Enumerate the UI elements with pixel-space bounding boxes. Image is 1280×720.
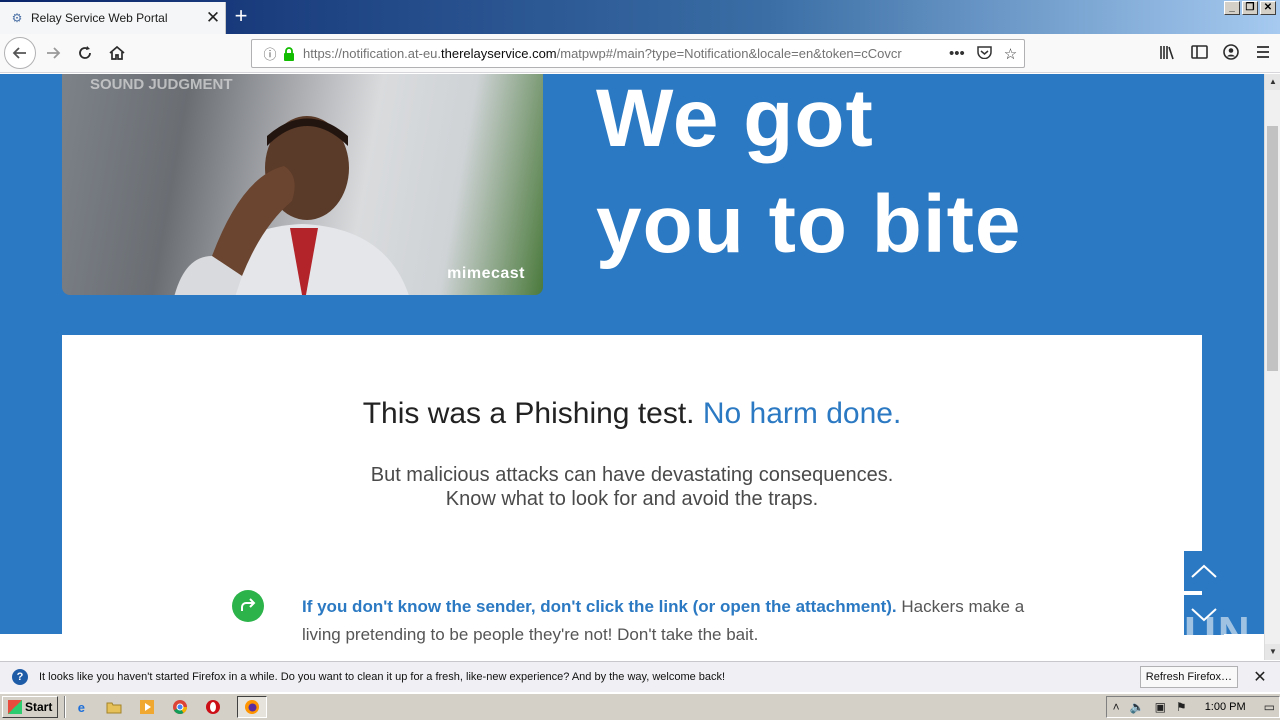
content-card: This was a Phishing test. No harm done. … [62,335,1202,660]
tip-paragraph: If you don't know the sender, don't clic… [302,593,1032,649]
refresh-notification-bar: ? It looks like you haven't started Fire… [0,661,1280,692]
address-bar[interactable]: ⓘ https://notification.at-eu.therelayser… [251,39,1025,68]
chevron-up-icon [1191,564,1217,578]
minimize-button[interactable]: _ [1224,1,1240,15]
notification-text: It looks like you haven't started Firefo… [39,671,726,683]
page-scrollbar[interactable]: ▲ ▼ [1264,74,1280,660]
action-center-flag-icon[interactable]: ⚑ [1176,700,1187,714]
pocket-icon[interactable] [977,45,992,63]
firefox-taskbar-button[interactable] [237,696,268,718]
url-domain: therelayservice.com [441,46,557,61]
back-arrow-icon [12,47,26,59]
start-button[interactable]: Start [2,696,59,718]
favicon-icon: ⚙ [11,11,23,25]
scrollbar-up-arrow-icon[interactable]: ▲ [1265,74,1280,90]
scrollbar-down-arrow-icon[interactable]: ▼ [1265,644,1280,660]
clock[interactable]: 1:00 PM [1205,701,1246,713]
anyrun-watermark: ANY RUN [1038,608,1252,657]
menu-icon[interactable] [1254,42,1272,62]
forward-arrow-icon [47,47,61,59]
start-label: Start [25,700,53,714]
tab-close-icon[interactable]: ✕ [201,8,225,28]
library-icon[interactable] [1158,42,1176,62]
headline-main: This was a Phishing test. [362,397,695,430]
worried-man-illustration [174,116,409,295]
back-button[interactable] [4,37,36,69]
headline-accent: No harm done. [702,397,902,430]
toolbar-right [1158,42,1272,62]
windows-logo-icon [8,700,22,714]
page-actions-icon[interactable]: ••• [949,45,965,63]
photo-sign-text: SOUND JUDGMENT [90,76,233,93]
home-icon [109,45,125,60]
refresh-firefox-button[interactable]: Refresh Firefox… [1139,666,1238,688]
mimecast-logo: mimecast [447,265,525,282]
page-viewport: SOUND JUDGMENT mimecast We got you to bi… [0,74,1264,660]
scrollbar-thumb[interactable] [1267,126,1278,371]
taskbar-separator [64,696,67,718]
reload-icon [79,46,91,59]
windows-taskbar: Start e ˄ 🔈 ▣ ⚑ 1:00 PM ▭ [0,693,1280,720]
question-icon: ? [12,669,28,685]
system-tray: ˄ 🔈 ▣ ⚑ 1:00 PM ▭ [1105,696,1280,718]
subline-2: Know what to look for and avoid the trap… [445,488,819,510]
bookmark-star-icon[interactable]: ☆ [1004,45,1017,63]
account-icon[interactable] [1222,42,1240,62]
navigation-toolbar: ⓘ https://notification.at-eu.therelayser… [0,34,1280,73]
notification-close-icon[interactable]: ✕ [1250,667,1270,687]
url-prefix: https://notification.at-eu. [303,46,442,61]
tab-relay-service[interactable]: ⚙ Relay Service Web Portal ✕ [0,2,226,34]
headline-line-2: you to bite [596,179,1022,270]
network-icon[interactable]: ▣ [1155,700,1166,714]
scroll-up-button[interactable] [1184,551,1224,591]
hero-photo: SOUND JUDGMENT mimecast [62,74,543,295]
volume-icon[interactable]: 🔈 [1130,700,1145,714]
folder-icon[interactable] [105,698,123,716]
hero-headline: We got you to bite [596,74,1022,278]
show-desktop-icon[interactable]: ▭ [1264,700,1275,714]
sidebar-icon[interactable] [1190,42,1208,62]
window-controls: _ ❐ ✕ [1224,1,1276,15]
tray-expand-icon[interactable]: ˄ [1113,700,1120,714]
firefox-icon [245,700,260,714]
site-info-icon[interactable]: ⓘ [259,44,281,63]
opera-icon[interactable] [204,698,222,716]
internet-explorer-icon[interactable]: e [72,698,90,716]
tip-strong-text: If you don't know the sender, don't clic… [302,597,897,616]
chrome-icon[interactable] [171,698,189,716]
new-tab-button[interactable]: + [228,4,254,30]
subline-1: But malicious attacks can have devastati… [370,464,894,486]
url-actions: ••• ☆ [949,45,1017,63]
consequences-text: But malicious attacks can have devastati… [62,463,1202,511]
headline-line-1: We got [596,74,874,164]
home-button[interactable] [102,38,132,68]
phishing-test-headline: This was a Phishing test. No harm done. [62,397,1202,431]
url-text[interactable]: https://notification.at-eu.therelayservi… [303,46,939,61]
secure-lock-icon[interactable] [281,46,297,62]
forward-arrow-tip-icon [232,590,264,622]
close-window-button[interactable]: ✕ [1260,1,1276,15]
forward-button[interactable] [38,38,68,68]
url-suffix: /matpwp#/main?type=Notification&locale=e… [556,46,902,61]
tab-title: Relay Service Web Portal [31,11,168,25]
browser-tab-strip: ⚙ Relay Service Web Portal ✕ + _ ❐ ✕ [0,0,1280,34]
media-player-icon[interactable] [138,698,156,716]
restore-button[interactable]: ❐ [1242,1,1258,15]
reload-button[interactable] [70,38,100,68]
